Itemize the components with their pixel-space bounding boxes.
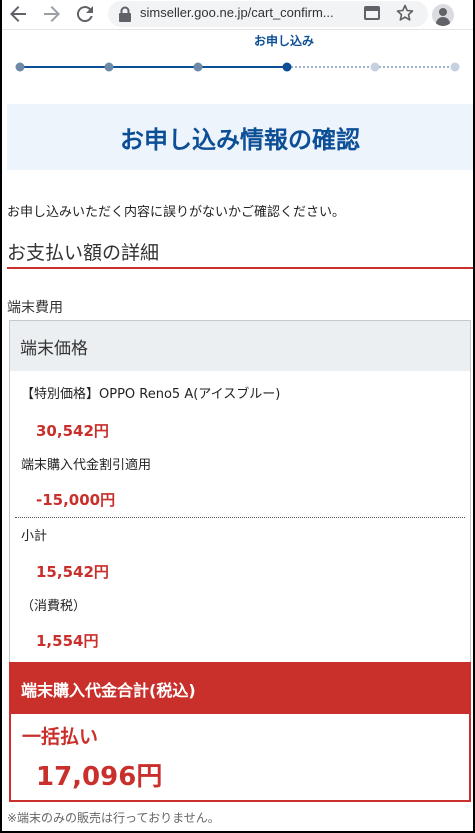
subtotal-label: 小計 — [21, 529, 48, 544]
bookmark-star-icon[interactable] — [395, 3, 415, 23]
url-text: simseller.goo.ne.jp/cart_confirm... — [140, 5, 334, 20]
current-step-label: お申し込み — [254, 34, 315, 48]
footer-note: ※端末のみの販売は行っておりません。 — [7, 811, 220, 825]
back-arrow-icon[interactable] — [6, 2, 30, 26]
progress-stepper — [15, 62, 460, 72]
step-dot-current — [282, 62, 292, 72]
price-breakdown-box: 端末価格 【特別価格】OPPO Reno5 A(アイスブルー) 30,542円 … — [9, 320, 471, 662]
breakdown-header: 端末価格 — [10, 321, 470, 371]
step-dot — [450, 62, 460, 72]
reload-icon[interactable] — [73, 2, 97, 26]
item-name-label: 【特別価格】OPPO Reno5 A(アイスブルー) — [21, 387, 281, 402]
section-title: お支払い額の詳細 — [7, 242, 160, 264]
item-price: 30,542円 — [36, 422, 109, 440]
profile-avatar-icon[interactable] — [432, 4, 454, 26]
total-header: 端末購入代金合計(税込) — [21, 681, 196, 700]
browser-toolbar: simseller.goo.ne.jp/cart_confirm... — [2, 0, 473, 30]
device-cost-heading: 端末費用 — [7, 300, 63, 316]
forward-arrow-icon[interactable] — [40, 2, 64, 26]
tax-amount: 1,554円 — [36, 632, 99, 650]
section-divider — [7, 267, 473, 269]
total-box: 一括払い 17,096円 — [9, 714, 471, 802]
subtotal-divider — [15, 517, 465, 518]
step-dot — [193, 62, 203, 72]
discount-amount: -15,000円 — [36, 491, 116, 509]
intro-text: お申し込みいただく内容に誤りがないかご確認ください。 — [7, 205, 346, 220]
title-band: お申し込み情報の確認 — [7, 104, 473, 170]
discount-label: 端末購入代金割引適用 — [21, 458, 152, 473]
lock-icon — [118, 6, 132, 22]
subtotal-amount: 15,542円 — [36, 563, 109, 581]
page-title: お申し込み情報の確認 — [120, 126, 360, 154]
step-dot — [15, 62, 25, 72]
payment-method-label: 一括払い — [22, 726, 99, 748]
step-dot — [104, 62, 114, 72]
tab-search-icon[interactable] — [362, 3, 382, 23]
total-amount: 17,096円 — [36, 762, 163, 792]
total-header-bar: 端末購入代金合計(税込) — [9, 662, 471, 714]
breakdown-header-text: 端末価格 — [20, 339, 88, 359]
browser-window: simseller.goo.ne.jp/cart_confirm... お申し込… — [2, 0, 473, 831]
step-dot — [370, 62, 380, 72]
tax-label: （消費税） — [21, 599, 87, 614]
